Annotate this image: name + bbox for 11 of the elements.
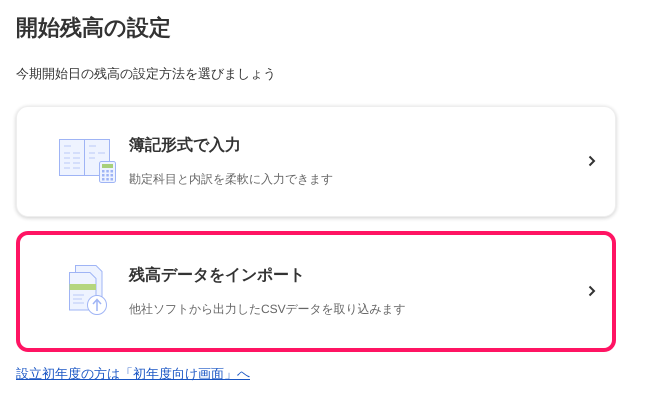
option-card[interactable]: 残高データをインポート 他社ソフトから出力したCSVデータを取り込みます — [16, 230, 616, 352]
page-title: 開始残高の設定 — [16, 14, 172, 42]
option-title: 簿記形式で入力 — [129, 135, 242, 156]
page-subtitle: 今期開始日の残高の設定方法を選びましょう — [16, 65, 277, 83]
first-year-link[interactable]: 設立初年度の方は「初年度向け画面」へ — [16, 364, 250, 383]
option-card[interactable]: 簿記形式で入力 勘定科目と内訳を柔軟に入力できます — [16, 106, 616, 216]
chevron-right-icon — [588, 285, 596, 297]
option-description: 勘定科目と内訳を柔軟に入力できます — [129, 171, 334, 188]
option-description: 他社ソフトから出力したCSVデータを取り込みます — [129, 301, 407, 318]
chevron-right-icon — [588, 155, 596, 167]
option-title: 残高データをインポート — [129, 265, 306, 286]
